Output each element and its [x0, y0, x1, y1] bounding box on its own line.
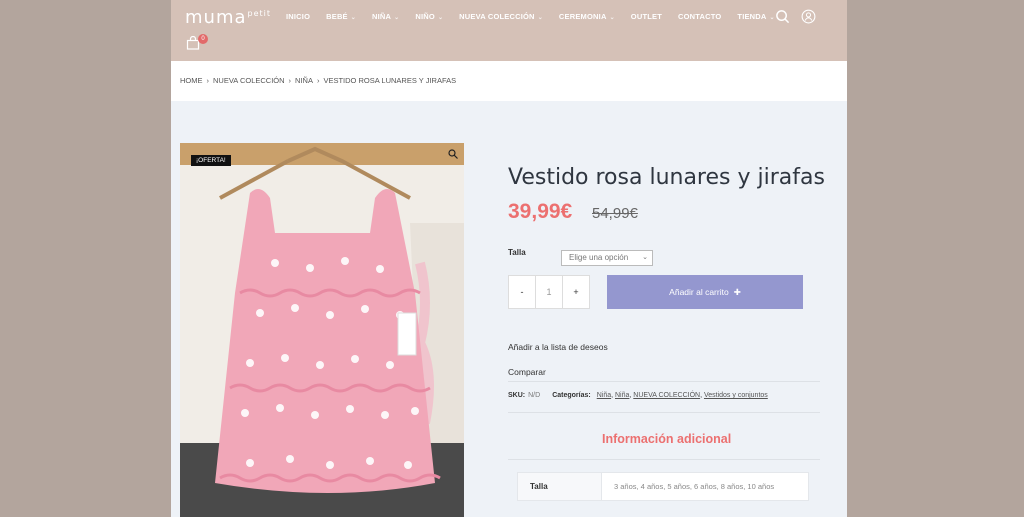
nav-item-label: BEBÉ: [326, 12, 348, 21]
nav-item-label: CEREMONIA: [558, 12, 607, 21]
sale-badge: ¡OFERTA!: [191, 155, 231, 166]
category-links: Niña, Niña, NUEVA COLECCIÓN, Vestidos y …: [596, 392, 768, 399]
add-to-cart-label: Añadir al carrito: [669, 287, 729, 297]
nav-item-label: NIÑO: [415, 12, 435, 21]
breadcrumb-item[interactable]: HOME: [180, 76, 203, 85]
category-link[interactable]: NUEVA COLECCIÓN: [633, 392, 700, 399]
dress-photo: [180, 143, 464, 517]
divider: [508, 412, 820, 413]
quantity-stepper: - 1 +: [508, 275, 590, 309]
additional-info-heading: Información adicional: [602, 432, 732, 446]
breadcrumb: HOME › NUEVA COLECCIÓN › NIÑA › VESTIDO ROSA L…: [180, 76, 456, 85]
original-price: 54,99€: [592, 205, 638, 222]
nav-item-label: NIÑA: [372, 12, 392, 21]
nav-item-label: TIENDA: [737, 12, 767, 21]
main-nav: INICIO BEBÉ ⌄ NIÑA ⌄ NIÑO ⌄ NUEVA COLECCIÓN ⌄ CER…: [286, 12, 791, 21]
attribute-row: Talla 3 años, 4 años, 5 años, 6 años, 8 …: [517, 472, 809, 501]
plus-icon: ✚: [733, 286, 741, 297]
divider: [508, 381, 820, 382]
page: mumapetit INICIO BEBÉ ⌄ NIÑA ⌄ NIÑO ⌄ NUEVA COL…: [171, 0, 847, 517]
chevron-down-icon: ⌄: [437, 15, 444, 21]
search-icon[interactable]: [775, 9, 790, 24]
product-title: Vestido rosa lunares y jirafas: [508, 165, 825, 190]
logo[interactable]: mumapetit: [185, 7, 271, 28]
sku-label: SKU:: [508, 392, 526, 399]
nav-item-label: OUTLET: [630, 12, 662, 21]
size-select[interactable]: Elige una opción ⌄: [561, 250, 653, 266]
category-link[interactable]: Niña: [597, 392, 611, 399]
attribute-value: 3 años, 4 años, 5 años, 6 años, 8 años, …: [614, 482, 775, 491]
categories-label: Categorías:: [552, 392, 591, 399]
nav-item-5[interactable]: CEREMONIA ⌄: [559, 12, 615, 21]
product-meta: SKU: N/D Categorías: Niña, Niña, NUEVA C…: [508, 392, 768, 399]
site-header: mumapetit INICIO BEBÉ ⌄ NIÑA ⌄ NIÑO ⌄ NUEVA COL…: [171, 0, 847, 61]
breadcrumb-separator: ›: [288, 76, 292, 85]
account-icon[interactable]: [801, 9, 816, 24]
logo-main: muma: [185, 7, 247, 28]
size-select-value: Elige una opción: [569, 253, 629, 262]
nav-item-8[interactable]: TIENDA ⌄: [737, 12, 774, 21]
chevron-down-icon: ⌄: [394, 15, 400, 21]
nav-item-0[interactable]: INICIO: [286, 12, 310, 21]
compare-link[interactable]: Comparar: [508, 367, 546, 377]
logo-small: petit: [247, 9, 272, 18]
zoom-icon[interactable]: [448, 149, 458, 159]
product-image[interactable]: ¡OFERTA!: [180, 143, 464, 517]
nav-item-2[interactable]: NIÑA ⌄: [372, 12, 399, 21]
sale-price: 39,99€: [508, 200, 573, 223]
wishlist-link[interactable]: Añadir a la lista de deseos: [508, 342, 608, 352]
nav-item-label: INICIO: [286, 12, 311, 21]
breadcrumb-separator: ›: [316, 76, 320, 85]
chevron-down-icon: ⌄: [769, 15, 775, 21]
chevron-down-icon: ⌄: [642, 254, 648, 261]
nav-item-3[interactable]: NIÑO ⌄: [415, 12, 443, 21]
quantity-input[interactable]: 1: [536, 276, 563, 308]
cart-count-badge: 0: [198, 34, 208, 44]
breadcrumb-separator: ›: [206, 76, 210, 85]
breadcrumb-bar: HOME › NUEVA COLECCIÓN › NIÑA › VESTIDO ROSA L…: [171, 61, 847, 101]
nav-item-4[interactable]: NUEVA COLECCIÓN ⌄: [459, 12, 543, 21]
divider: [508, 459, 820, 460]
attribute-key: Talla: [518, 473, 602, 500]
sku-value: N/D: [528, 392, 541, 399]
nav-item-1[interactable]: BEBÉ ⌄: [326, 12, 356, 21]
quantity-increase-button[interactable]: +: [563, 276, 589, 308]
chevron-down-icon: ⌄: [609, 15, 615, 21]
nav-item-7[interactable]: CONTACTO: [678, 12, 721, 21]
add-to-cart-button[interactable]: Añadir al carrito ✚: [607, 275, 803, 309]
chevron-down-icon: ⌄: [537, 15, 543, 21]
breadcrumb-item[interactable]: NIÑA: [295, 76, 313, 85]
breadcrumb-item[interactable]: NUEVA COLECCIÓN: [213, 76, 285, 85]
chevron-down-icon: ⌄: [350, 15, 356, 21]
nav-item-label: NUEVA COLECCIÓN: [459, 12, 535, 21]
category-link[interactable]: Niña: [615, 392, 629, 399]
size-label: Talla: [508, 248, 526, 257]
nav-item-label: CONTACTO: [678, 12, 722, 21]
category-link[interactable]: Vestidos y conjuntos: [704, 392, 768, 399]
nav-item-6[interactable]: OUTLET: [631, 12, 662, 21]
breadcrumb-item: VESTIDO ROSA LUNARES Y JIRAFAS: [323, 76, 457, 85]
quantity-decrease-button[interactable]: -: [509, 276, 536, 308]
